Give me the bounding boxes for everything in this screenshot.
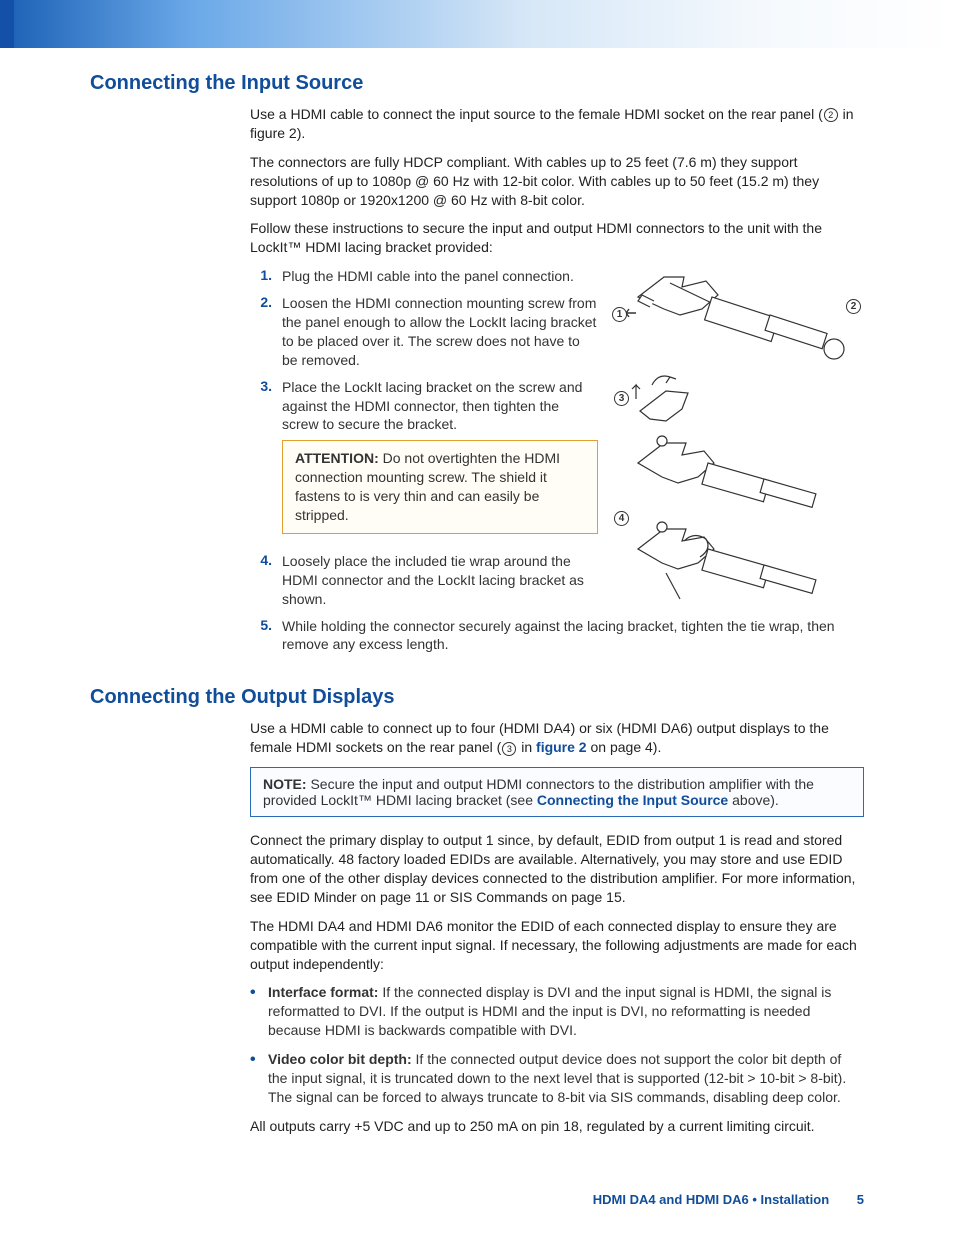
section2-p3: The HDMI DA4 and HDMI DA6 monitor the ED… [250, 917, 864, 974]
page-content: Connecting the Input Source Use a HDMI c… [0, 72, 954, 1136]
page-footer: HDMI DA4 and HDMI DA6 • Installation 5 [0, 1192, 954, 1207]
circled-2-icon: 2 [824, 108, 838, 122]
note-link[interactable]: Connecting the Input Source [537, 792, 728, 808]
section1-p1: Use a HDMI cable to connect the input so… [250, 105, 864, 143]
bullet-icon: • [250, 983, 268, 1040]
bullet-text: Video color bit depth: If the connected … [268, 1050, 864, 1107]
bullet-interface-format: • Interface format: If the connected dis… [250, 983, 864, 1040]
attention-label: ATTENTION: [295, 450, 379, 466]
p1c: on page 4). [587, 739, 662, 755]
section2-p4: All outputs carry +5 VDC and up to 250 m… [250, 1117, 864, 1136]
lockit-illustration-svg [610, 263, 870, 603]
footer-page-number: 5 [857, 1192, 864, 1207]
heading-connecting-output: Connecting the Output Displays [90, 686, 864, 709]
step-1: 1. Plug the HDMI cable into the panel co… [250, 267, 598, 286]
section2-bullets: • Interface format: If the connected dis… [250, 983, 864, 1106]
section2-p2: Connect the primary display to output 1 … [250, 831, 864, 907]
step-text: Loosen the HDMI connection mounting scre… [282, 294, 598, 370]
page-header-gradient [0, 0, 954, 48]
note-label: NOTE: [263, 776, 307, 792]
step-number: 4. [250, 552, 272, 609]
figure2-link[interactable]: figure 2 [536, 739, 587, 755]
bullet-label: Video color bit depth: [268, 1051, 412, 1067]
section1-steps: 1 2 3 4 1. Plug the HDMI cable into the … [250, 267, 864, 654]
section1-p2: The connectors are fully HDCP compliant.… [250, 153, 864, 210]
step3-text: Place the LockIt lacing bracket on the s… [282, 379, 582, 433]
step-5: 5. While holding the connector securely … [250, 617, 864, 655]
footer-label: HDMI DA4 and HDMI DA6 • Installation [593, 1192, 829, 1207]
step-number: 1. [250, 267, 272, 286]
step-3: 3. Place the LockIt lacing bracket on th… [250, 378, 598, 544]
section1-p3: Follow these instructions to secure the … [250, 219, 864, 257]
step-number: 2. [250, 294, 272, 370]
note-box: NOTE: Secure the input and output HDMI c… [250, 767, 864, 817]
step-text: Plug the HDMI cable into the panel conne… [282, 267, 598, 286]
section1-body: Use a HDMI cable to connect the input so… [250, 105, 864, 257]
lockit-diagram: 1 2 3 4 [610, 263, 870, 603]
section2-p1: Use a HDMI cable to connect up to four (… [250, 719, 864, 757]
p1-prefix: Use a HDMI cable to connect the input so… [250, 106, 823, 122]
bullet-label: Interface format: [268, 984, 378, 1000]
step-4: 4. Loosely place the included tie wrap a… [250, 552, 598, 609]
bullet-color-depth: • Video color bit depth: If the connecte… [250, 1050, 864, 1107]
bullet-text: Interface format: If the connected displ… [268, 983, 864, 1040]
step-number: 3. [250, 378, 272, 544]
step-text: While holding the connector securely aga… [282, 617, 864, 655]
section2-closing: All outputs carry +5 VDC and up to 250 m… [250, 1117, 864, 1136]
circled-3-icon: 3 [502, 742, 516, 756]
step-text: Place the LockIt lacing bracket on the s… [282, 378, 598, 544]
attention-box: ATTENTION: Do not overtighten the HDMI c… [282, 440, 598, 534]
section2-body: Use a HDMI cable to connect up to four (… [250, 719, 864, 973]
bullet-icon: • [250, 1050, 268, 1107]
step-text: Loosely place the included tie wrap arou… [282, 552, 598, 609]
step-2: 2. Loosen the HDMI connection mounting s… [250, 294, 598, 370]
step-number: 5. [250, 617, 272, 655]
note-text-b: above). [728, 792, 779, 808]
heading-connecting-input: Connecting the Input Source [90, 72, 864, 95]
p1b: in [517, 739, 536, 755]
